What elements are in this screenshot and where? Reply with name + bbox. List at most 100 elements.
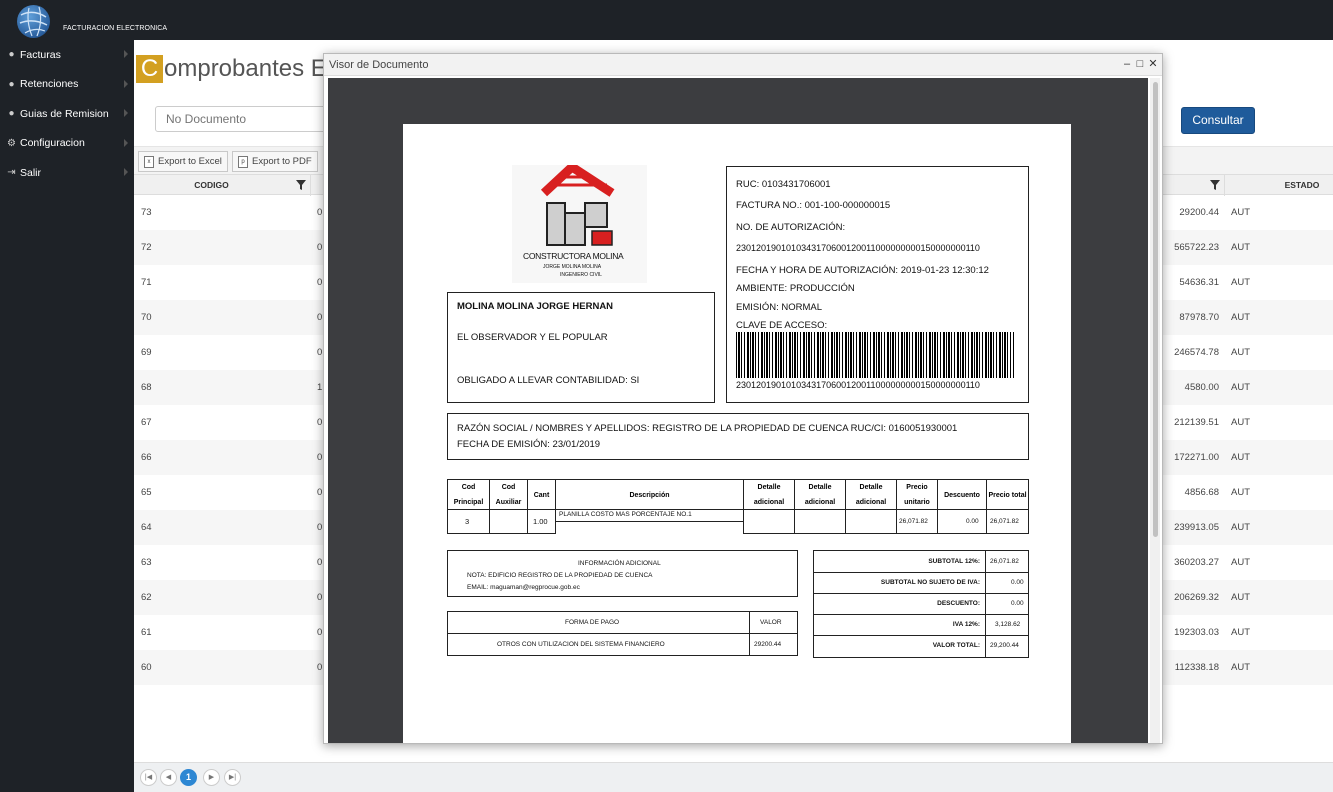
company-logo-name: CONSTRUCTORA MOLINA — [523, 251, 624, 261]
emisor-name: MOLINA MOLINA JORGE HERNAN — [457, 301, 614, 312]
header-precio-unitario: Precio unitario — [897, 480, 938, 510]
chevron-right-icon — [124, 109, 128, 117]
header-detalle-adicional-3: Detalle adicional — [846, 480, 897, 510]
forma-pago-box: FORMA DE PAGO VALOR OTROS CON UTILIZACIO… — [447, 611, 798, 656]
detail-row-left: 3 1.00 — [447, 509, 556, 534]
globe-icon: ● — [8, 49, 15, 61]
minimize-icon[interactable]: – — [1121, 57, 1133, 71]
export-excel-button[interactable]: x Export to Excel — [138, 151, 228, 172]
total-value: 3,128.62 — [995, 621, 1021, 628]
ambiente-text: AMBIENTE: PRODUCCIÓN — [736, 283, 855, 294]
detail-cod-principal: 3 — [465, 517, 470, 526]
column-header-codigo[interactable]: CODIGO — [134, 175, 289, 196]
sidebar-item-guias-de-remision[interactable]: ● Guias de Remision — [0, 99, 134, 129]
pager: |◀ ◀ 1 ▶ ▶| — [134, 762, 1333, 792]
sidebar-item-label: Salir — [20, 166, 42, 179]
chevron-right-icon — [124, 79, 128, 88]
sidebar-item-label: Configuracion — [20, 137, 85, 150]
total-label: IVA 12%: — [952, 621, 980, 628]
sidebar-item-label: Guias de Remision — [20, 107, 109, 120]
emisor-address: EL OBSERVADOR Y EL POPULAR — [457, 332, 608, 343]
info-adicional-box: INFORMACIÓN ADICIONAL NOTA: EDIFICIO REG… — [447, 550, 798, 597]
company-logo-sub1: JORGE MOLINA MOLINA — [543, 264, 602, 270]
authorization-label: NO. DE AUTORIZACIÓN: — [736, 222, 846, 233]
consultar-button[interactable]: Consultar — [1181, 107, 1255, 134]
column-divider — [1224, 175, 1225, 196]
globe-icon: ● — [8, 108, 15, 120]
sidebar: ● Facturas ● Retenciones ● Guias de Remi… — [0, 40, 134, 792]
authorization-number: 2301201901010343170600120011000000000150… — [736, 243, 980, 253]
first-page-button[interactable]: |◀ — [140, 769, 157, 786]
chevron-right-icon — [124, 168, 128, 176]
page-title-initial: C — [136, 55, 163, 83]
forma-pago-label: FORMA DE PAGO — [565, 619, 620, 626]
total-value: 26,071.82 — [990, 558, 1019, 565]
info-email: EMAIL: maguaman@regprocue.gob.ec — [467, 584, 580, 591]
header-detalle-adicional-2: Detalle adicional — [795, 480, 846, 510]
total-label: SUBTOTAL 12%: — [928, 558, 980, 565]
header-descripcion: Descripción — [556, 480, 744, 510]
prev-page-button[interactable]: ◀ — [160, 769, 177, 786]
authorization-date: FECHA Y HORA DE AUTORIZACIÓN: 2019-01-23… — [736, 265, 989, 276]
sidebar-item-retenciones[interactable]: ● Retenciones — [0, 70, 134, 100]
header-descuento: Descuento — [938, 480, 987, 510]
totals-box: SUBTOTAL 12%: 26,071.82 SUBTOTAL NO SUJE… — [813, 550, 1029, 658]
filter-icon[interactable] — [1210, 180, 1220, 190]
pdf-viewer[interactable]: CONSTRUCTORA MOLINA JORGE MOLINA MOLINA … — [328, 78, 1148, 743]
sidebar-item-salir[interactable]: ⇥ Salir — [0, 158, 134, 188]
viewer-scrollbar[interactable] — [1150, 78, 1160, 743]
clave-label: CLAVE DE ACCESO: — [736, 320, 828, 331]
close-icon[interactable]: ✕ — [1147, 57, 1159, 71]
obligado-text: OBLIGADO A LLEVAR CONTABILIDAD: SI — [457, 375, 640, 386]
export-pdf-label: Export to PDF — [252, 156, 312, 167]
company-logo-sub2: INGENIERO CIVIL — [560, 272, 602, 278]
detail-precio-unitario: 26,071.82 — [899, 518, 928, 525]
header-cod-auxiliar: Cod Auxiliar — [490, 480, 528, 510]
forma-pago-valor: 29200.44 — [754, 641, 782, 648]
detail-precio-total: 26,071.82 — [990, 518, 1019, 525]
globe-icon: ● — [8, 78, 15, 90]
authorization-box: RUC: 0103431706001 FACTURA NO.: 001-100-… — [726, 166, 1029, 403]
total-value: 0.00 — [1011, 600, 1024, 607]
export-pdf-button[interactable]: p Export to PDF — [232, 151, 318, 172]
header-detalle-adicional-1: Detalle adicional — [744, 480, 795, 510]
fecha-emision-text: FECHA DE EMISIÓN: 23/01/2019 — [457, 439, 601, 450]
header-cod-principal: Cod Principal — [448, 480, 490, 510]
page-title: C omprobantes E — [136, 54, 327, 84]
company-logo: CONSTRUCTORA MOLINA JORGE MOLINA MOLINA … — [512, 161, 647, 283]
header-cant: Cant — [528, 480, 556, 510]
detail-table-header: Cod Principal Cod Auxiliar Cant Descripc… — [447, 479, 1029, 510]
globe-logo-icon[interactable] — [17, 5, 50, 38]
next-page-button[interactable]: ▶ — [203, 769, 220, 786]
header-precio-total: Precio total — [988, 491, 1027, 499]
sidebar-item-label: Retenciones — [20, 78, 79, 91]
last-page-button[interactable]: ▶| — [224, 769, 241, 786]
detail-row-right: 26,071.82 0.00 26,071.82 — [743, 509, 1029, 534]
app-brand: FACTURACION ELECTRONICA — [63, 25, 168, 32]
exit-icon: ⇥ — [7, 167, 16, 179]
column-header-estado[interactable]: ESTADO — [1254, 175, 1333, 196]
factura-number: FACTURA NO.: 001-100-000000015 — [736, 200, 891, 211]
ruc-text: RUC: 0103431706001 — [736, 179, 831, 190]
gear-icon: ⚙ — [7, 137, 16, 149]
export-excel-label: Export to Excel — [158, 156, 222, 167]
forma-pago-text: OTROS CON UTILIZACION DEL SISTEMA FINANC… — [497, 641, 665, 648]
scrollbar-thumb[interactable] — [1153, 82, 1158, 537]
clave-number: 2301201901010343170600120011000000000150… — [736, 380, 980, 390]
column-divider — [310, 175, 311, 196]
excel-file-icon: x — [144, 155, 154, 168]
maximize-icon[interactable]: □ — [1134, 57, 1146, 71]
total-label: SUBTOTAL NO SUJETO DE IVA: — [880, 579, 980, 586]
sidebar-item-configuracion[interactable]: ⚙ Configuracion — [0, 129, 134, 159]
emisor-box: MOLINA MOLINA JORGE HERNAN EL OBSERVADOR… — [447, 292, 715, 403]
detail-descuento: 0.00 — [966, 518, 979, 525]
valor-label: VALOR — [760, 619, 782, 626]
pdf-file-icon: p — [238, 155, 248, 168]
modal-header: Visor de Documento – □ ✕ — [324, 54, 1162, 76]
top-bar: FACTURACION ELECTRONICA — [0, 0, 1333, 40]
filter-icon[interactable] — [296, 180, 306, 190]
sidebar-item-facturas[interactable]: ● Facturas — [0, 40, 134, 70]
page-number-button[interactable]: 1 — [180, 769, 197, 786]
chevron-right-icon — [124, 138, 128, 147]
total-value: 29,200.44 — [990, 642, 1019, 649]
